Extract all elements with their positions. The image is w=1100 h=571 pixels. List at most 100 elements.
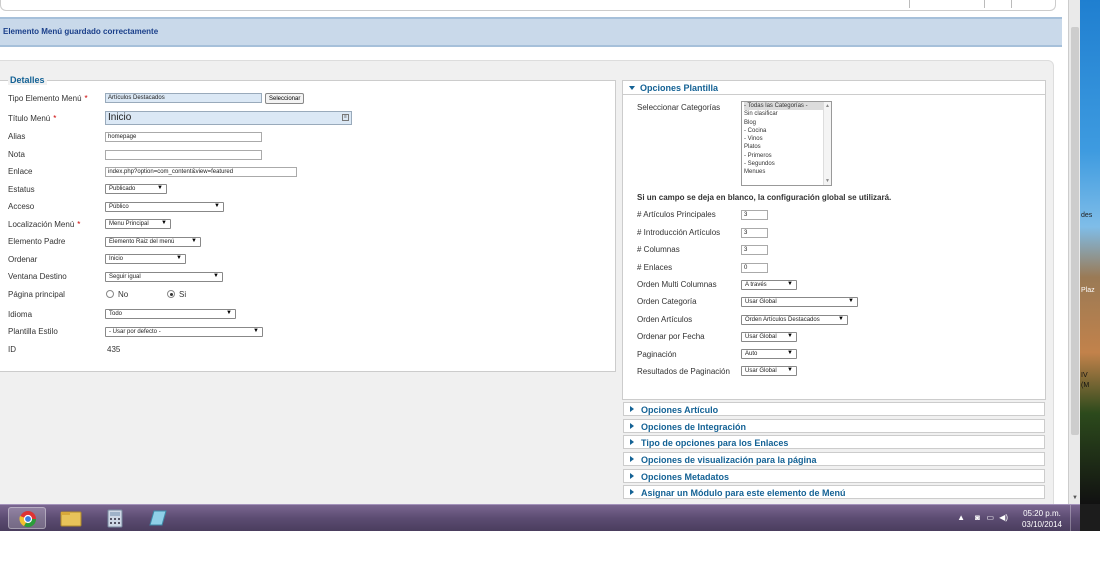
accordion-opciones-metadatos[interactable]: Opciones Metadatos <box>623 469 1045 483</box>
nota-label: Nota <box>8 150 25 159</box>
taskbar-calculator[interactable] <box>96 507 134 529</box>
desktop-text: (M <box>1081 382 1090 389</box>
columnas-input[interactable]: 3 <box>741 245 768 255</box>
acceso-select[interactable]: Público ▼ <box>105 202 224 212</box>
paginacion-label: Paginación <box>637 350 677 359</box>
orden-articulos-label: Orden Artículos <box>637 315 693 324</box>
radio-si[interactable] <box>167 290 175 298</box>
taskbar-chrome[interactable] <box>8 507 46 529</box>
volume-icon[interactable]: ◀) <box>999 513 1008 522</box>
tipo-elemento-field[interactable]: Artículos Destacados <box>105 93 262 103</box>
scroll-down-icon[interactable]: ▼ <box>1072 495 1078 501</box>
clock-time: 05:20 p.m. <box>1023 509 1061 518</box>
toolbar-divider <box>984 0 985 8</box>
tipo-elemento-label: Tipo Elemento Menú * <box>8 94 88 103</box>
accordion-opciones-articulo[interactable]: Opciones Artículo <box>623 402 1045 416</box>
nota-input[interactable] <box>105 150 262 160</box>
accordion-opciones-enlaces[interactable]: Tipo de opciones para los Enlaces <box>623 435 1045 449</box>
listbox-scrollbar[interactable]: ▲ ▼ <box>823 102 831 185</box>
input-helper-icon[interactable]: ≡ <box>342 114 349 121</box>
ordenar-por-fecha-label: Ordenar por Fecha <box>637 332 705 341</box>
chevron-down-icon: ▼ <box>226 310 232 316</box>
listbox-option[interactable]: - Segundos <box>744 160 831 168</box>
taskbar-clock[interactable]: 05:20 p.m. 03/10/2014 <box>1022 508 1062 530</box>
plantilla-estilo-label: Plantilla Estilo <box>8 327 58 336</box>
elemento-padre-label: Elemento Padre <box>8 237 66 246</box>
monitor-icon[interactable]: ▭ <box>986 513 994 522</box>
introduccion-articulos-input[interactable]: 3 <box>741 228 768 238</box>
chevron-down-icon: ▼ <box>176 255 182 261</box>
seleccionar-button[interactable]: Seleccionar <box>265 93 305 104</box>
listbox-option[interactable]: Menues <box>744 168 831 176</box>
show-hidden-icons-icon[interactable]: ▲ <box>957 513 965 522</box>
accordion-opciones-visualizacion[interactable]: Opciones de visualización para la página <box>623 452 1045 466</box>
plantilla-estilo-select[interactable]: - Usar por defecto - ▼ <box>105 327 263 337</box>
orden-articulos-select[interactable]: Orden Artículos Destacados ▼ <box>741 315 848 325</box>
triangle-right-icon <box>630 489 634 495</box>
ventana-destino-select[interactable]: Seguir igual ▼ <box>105 272 223 282</box>
localizacion-label: Localización Menú * <box>8 220 81 229</box>
pagina-principal-label: Página principal <box>8 290 65 299</box>
enlaces-input[interactable]: 0 <box>741 263 768 273</box>
estatus-select[interactable]: Publicado ▼ <box>105 184 167 194</box>
details-legend: Detalles <box>8 75 47 85</box>
ordenar-por-fecha-select[interactable]: Usar Global ▼ <box>741 332 797 342</box>
network-icon[interactable]: ◙ <box>975 513 980 522</box>
page-scrollbar[interactable]: ▼ <box>1068 0 1080 504</box>
enlace-input[interactable]: index.php?option=com_content&view=featur… <box>105 167 297 177</box>
chevron-down-icon: ▼ <box>157 185 163 191</box>
listbox-option[interactable]: - Todas las Categorías - <box>744 102 831 111</box>
titulo-menu-input[interactable]: Inicio ≡ <box>105 111 352 125</box>
orden-categoria-label: Orden Categoría <box>637 297 697 306</box>
orden-multi-columnas-select[interactable]: A través ▼ <box>741 280 797 290</box>
listbox-option[interactable]: - Vinos <box>744 135 831 143</box>
listbox-option[interactable]: Platos <box>744 143 831 151</box>
radio-si-label: Si <box>179 290 187 299</box>
alias-input[interactable]: homepage <box>105 132 262 142</box>
ordenar-select[interactable]: Inicio ▼ <box>105 254 186 264</box>
paginacion-select[interactable]: Auto ▼ <box>741 349 797 359</box>
desktop-text: IV <box>1081 372 1088 379</box>
resultados-paginacion-select[interactable]: Usar Global ▼ <box>741 366 797 376</box>
listbox-option[interactable]: Blog <box>744 119 831 127</box>
columnas-label: # Columnas <box>637 245 680 254</box>
toolbar-divider <box>1011 0 1012 8</box>
folder-icon <box>60 511 82 527</box>
opciones-plantilla-header[interactable]: Opciones Plantilla <box>623 81 1045 95</box>
idioma-select[interactable]: Todo ▼ <box>105 309 236 319</box>
elemento-padre-select[interactable]: Elemento Raiz del menú ▼ <box>105 237 201 247</box>
introduccion-articulos-label: # Introducción Artículos <box>637 228 721 237</box>
ventana-destino-label: Ventana Destino <box>8 272 67 281</box>
scrollbar-thumb[interactable] <box>1071 27 1079 435</box>
categorias-listbox[interactable]: - Todas las Categorías - Sin clasificar … <box>741 101 832 186</box>
taskbar: ▲ ◙ ▭ ◀) 05:20 p.m. 03/10/2014 <box>0 504 1080 531</box>
localizacion-select[interactable]: Menu Principal ▼ <box>105 219 171 229</box>
articulos-principales-input[interactable]: 3 <box>741 210 768 220</box>
listbox-option[interactable]: - Primeros <box>744 152 831 160</box>
listbox-option[interactable]: Sin clasificar <box>744 110 831 118</box>
taskbar-explorer[interactable] <box>52 507 90 529</box>
accordion-opciones-integracion[interactable]: Opciones de Integración <box>623 419 1045 433</box>
chevron-down-icon: ▼ <box>253 328 259 334</box>
idioma-label: Idioma <box>8 310 33 319</box>
chevron-down-icon: ▼ <box>787 350 793 356</box>
radio-no[interactable] <box>106 290 114 298</box>
triangle-right-icon <box>630 439 634 445</box>
chevron-down-icon: ▼ <box>838 316 844 322</box>
orden-categoria-select[interactable]: Usar Global ▼ <box>741 297 858 307</box>
success-message: Elemento Menú guardado correctamente <box>3 27 159 36</box>
listbox-option[interactable]: - Cocina <box>744 127 831 135</box>
taskbar-edge <box>1080 504 1100 531</box>
scroll-up-icon[interactable]: ▲ <box>825 102 830 110</box>
calculator-icon <box>107 509 123 528</box>
titulo-menu-value: Inicio <box>108 112 132 123</box>
enlaces-label: # Enlaces <box>637 263 673 272</box>
scroll-down-icon[interactable]: ▼ <box>825 177 830 185</box>
taskbar-app[interactable] <box>138 507 176 529</box>
message-band <box>0 17 1062 47</box>
estatus-label: Estatus <box>8 185 35 194</box>
chrome-icon <box>19 511 37 528</box>
chevron-down-icon: ▼ <box>214 203 220 209</box>
show-desktop-button[interactable] <box>1070 505 1080 531</box>
accordion-asignar-modulo[interactable]: Asignar un Módulo para este elemento de … <box>623 485 1045 499</box>
